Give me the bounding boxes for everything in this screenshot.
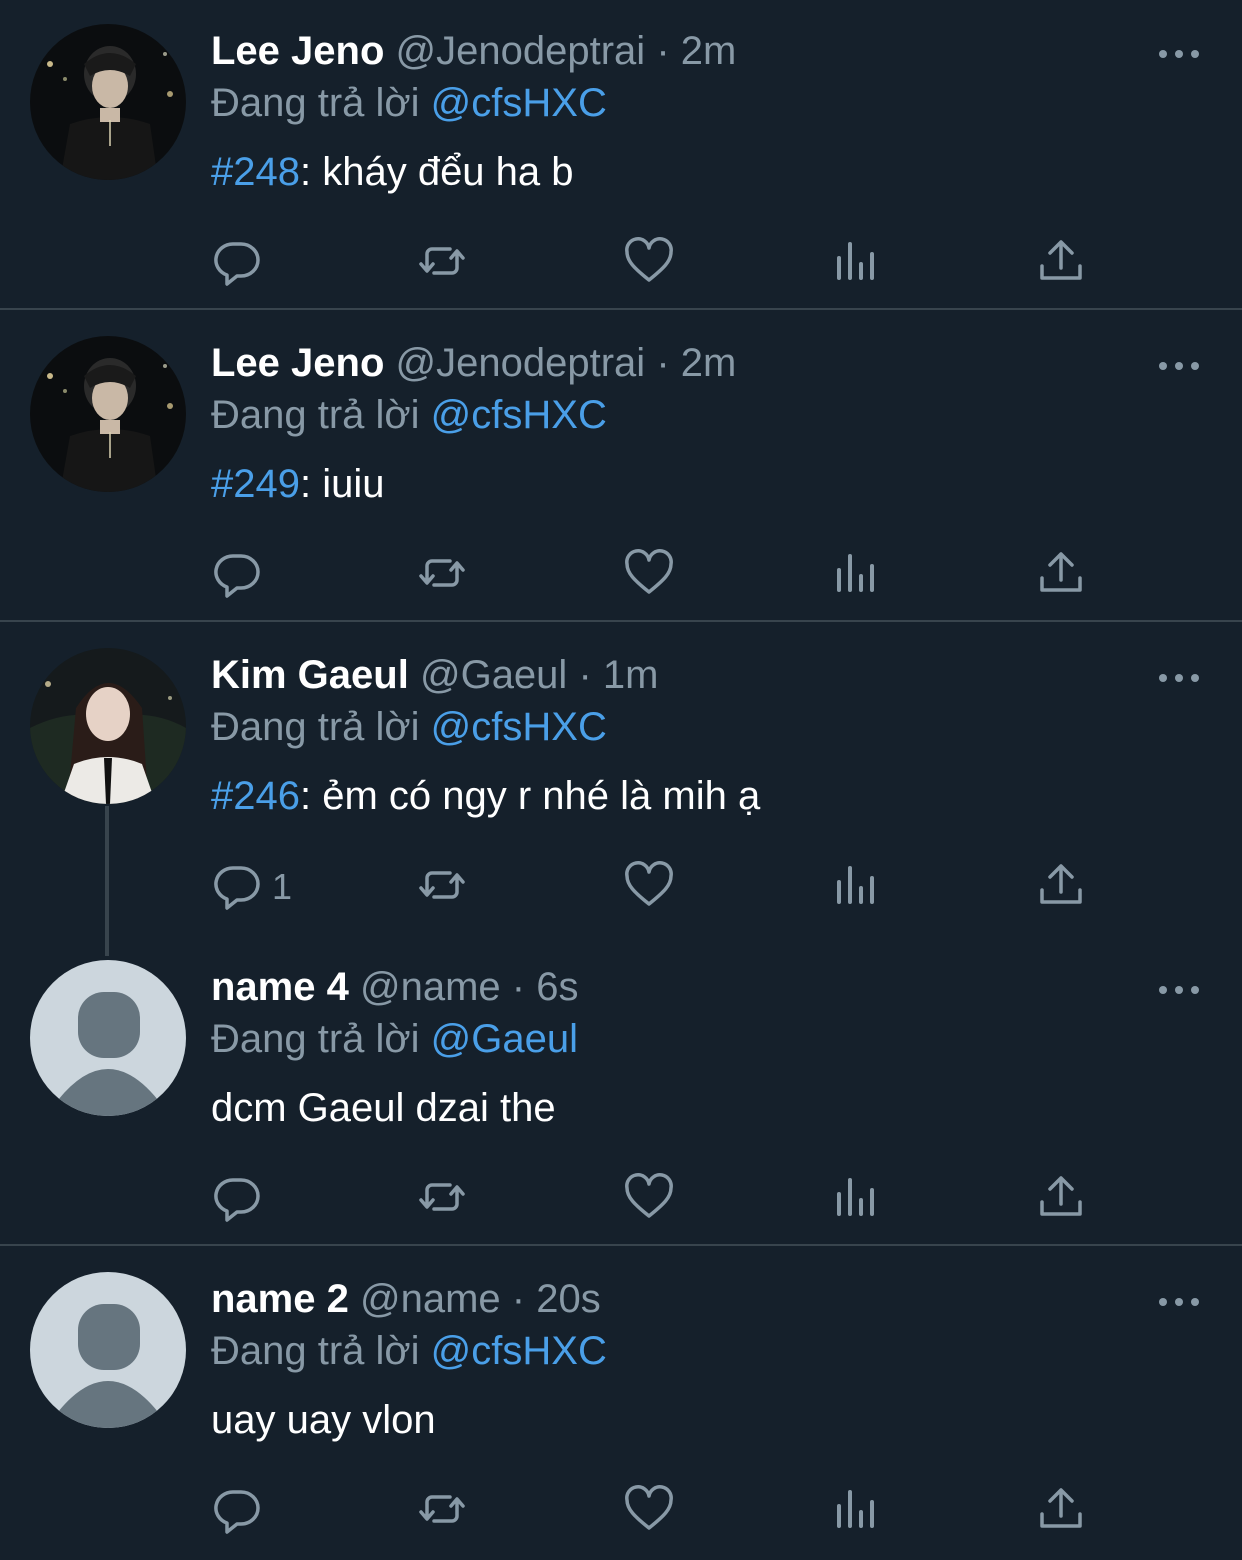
share-icon[interactable]	[1036, 548, 1086, 598]
tweet-divider	[0, 620, 1242, 622]
replying-to: Đang trả lời @cfsHXC	[211, 392, 607, 438]
tweet[interactable]: Lee Jeno @Jenodeptrai · 2m Đang trả lời …	[0, 312, 1242, 624]
reply-icon[interactable]	[212, 548, 262, 598]
display-name[interactable]: Lee Jeno	[211, 29, 384, 73]
user-handle[interactable]: @Jenodeptrai	[396, 29, 646, 73]
mention-link[interactable]: @cfsHXC	[431, 705, 607, 749]
tweet-body: : kháy đểu ha b	[299, 150, 574, 194]
tweet-header: Kim Gaeul @Gaeul · 1m	[211, 652, 658, 698]
user-handle[interactable]: @Gaeul	[420, 653, 567, 697]
default-avatar[interactable]	[30, 1272, 186, 1428]
tweet-body: uay uay vlon	[211, 1398, 436, 1442]
tweet-body: dcm Gaeul dzai the	[211, 1086, 556, 1130]
retweet-icon[interactable]	[417, 236, 467, 286]
hashtag-link[interactable]: #246	[211, 774, 300, 818]
avatar[interactable]	[30, 648, 186, 804]
mention-link[interactable]: @cfsHXC	[431, 81, 607, 125]
views-icon[interactable]	[831, 1172, 881, 1222]
more-options-icon[interactable]	[1158, 670, 1200, 682]
mention-link[interactable]: @cfsHXC	[431, 393, 607, 437]
replying-to-label: Đang trả lời	[211, 1017, 420, 1061]
tweet[interactable]: name 2 @name · 20s Đang trả lời @cfsHXC …	[0, 1248, 1242, 1560]
display-name[interactable]: Kim Gaeul	[211, 653, 409, 697]
tweet-text: uay uay vlon	[211, 1396, 436, 1444]
share-icon[interactable]	[1036, 860, 1086, 910]
tweet-body: : iuiu	[299, 462, 385, 506]
thread-connector-line	[105, 806, 109, 956]
tweet-header: Lee Jeno @Jenodeptrai · 2m	[211, 28, 736, 74]
like-icon[interactable]	[624, 1484, 674, 1534]
views-icon[interactable]	[831, 860, 881, 910]
replying-to-label: Đang trả lời	[211, 705, 420, 749]
more-options-icon[interactable]	[1158, 46, 1200, 58]
tweet[interactable]: name 4 @name · 6s Đang trả lời @Gaeul dc…	[0, 936, 1242, 1248]
retweet-icon[interactable]	[417, 548, 467, 598]
replying-to-label: Đang trả lời	[211, 1329, 420, 1373]
replying-to: Đang trả lời @cfsHXC	[211, 704, 607, 750]
tweet-header: Lee Jeno @Jenodeptrai · 2m	[211, 340, 736, 386]
avatar[interactable]	[30, 24, 186, 180]
timestamp[interactable]: · 2m	[656, 29, 736, 73]
display-name[interactable]: name 4	[211, 965, 349, 1009]
views-icon[interactable]	[831, 1484, 881, 1534]
reply-icon[interactable]	[212, 860, 262, 910]
timestamp[interactable]: · 1m	[578, 653, 658, 697]
hashtag-link[interactable]: #249	[211, 462, 300, 506]
user-handle[interactable]: @name	[360, 1277, 501, 1321]
timestamp[interactable]: · 20s	[512, 1277, 601, 1321]
user-handle[interactable]: @name	[360, 965, 501, 1009]
tweet-divider	[0, 1244, 1242, 1246]
hashtag-link[interactable]: #248	[211, 150, 300, 194]
display-name[interactable]: Lee Jeno	[211, 341, 384, 385]
tweet-text: #246: ẻm có ngy r nhé là mih ạ	[211, 772, 760, 820]
avatar[interactable]	[30, 336, 186, 492]
tweet[interactable]: Kim Gaeul @Gaeul · 1m Đang trả lời @cfsH…	[0, 624, 1242, 956]
replying-to-label: Đang trả lời	[211, 81, 420, 125]
user-handle[interactable]: @Jenodeptrai	[396, 341, 646, 385]
tweet-body: : ẻm có ngy r nhé là mih ạ	[299, 774, 761, 818]
timestamp[interactable]: · 6s	[512, 965, 579, 1009]
tweet-text: dcm Gaeul dzai the	[211, 1084, 556, 1132]
timestamp[interactable]: · 2m	[656, 341, 736, 385]
share-icon[interactable]	[1036, 1172, 1086, 1222]
tweet-text: #249: iuiu	[211, 460, 384, 508]
mention-link[interactable]: @cfsHXC	[431, 1329, 607, 1373]
share-icon[interactable]	[1036, 236, 1086, 286]
replying-to: Đang trả lời @Gaeul	[211, 1016, 578, 1062]
retweet-icon[interactable]	[417, 860, 467, 910]
tweet-divider	[0, 308, 1242, 310]
tweet-text: #248: kháy đểu ha b	[211, 148, 574, 196]
retweet-icon[interactable]	[417, 1484, 467, 1534]
replying-to: Đang trả lời @cfsHXC	[211, 1328, 607, 1374]
like-icon[interactable]	[624, 860, 674, 910]
tweet[interactable]: Lee Jeno @Jenodeptrai · 2m Đang trả lời …	[0, 0, 1242, 312]
tweet-header: name 2 @name · 20s	[211, 1276, 601, 1322]
reply-icon[interactable]	[212, 1484, 262, 1534]
reply-count: 1	[272, 866, 293, 907]
display-name[interactable]: name 2	[211, 1277, 349, 1321]
mention-link[interactable]: @Gaeul	[431, 1017, 578, 1061]
reply-icon[interactable]	[212, 1172, 262, 1222]
tweet-header: name 4 @name · 6s	[211, 964, 578, 1010]
share-icon[interactable]	[1036, 1484, 1086, 1534]
views-icon[interactable]	[831, 236, 881, 286]
more-options-icon[interactable]	[1158, 982, 1200, 994]
retweet-icon[interactable]	[417, 1172, 467, 1222]
like-icon[interactable]	[624, 236, 674, 286]
default-avatar[interactable]	[30, 960, 186, 1116]
like-icon[interactable]	[624, 1172, 674, 1222]
more-options-icon[interactable]	[1158, 1294, 1200, 1306]
more-options-icon[interactable]	[1158, 358, 1200, 370]
reply-icon[interactable]	[212, 236, 262, 286]
replying-to-label: Đang trả lời	[211, 393, 420, 437]
views-icon[interactable]	[831, 548, 881, 598]
replying-to: Đang trả lời @cfsHXC	[211, 80, 607, 126]
like-icon[interactable]	[624, 548, 674, 598]
